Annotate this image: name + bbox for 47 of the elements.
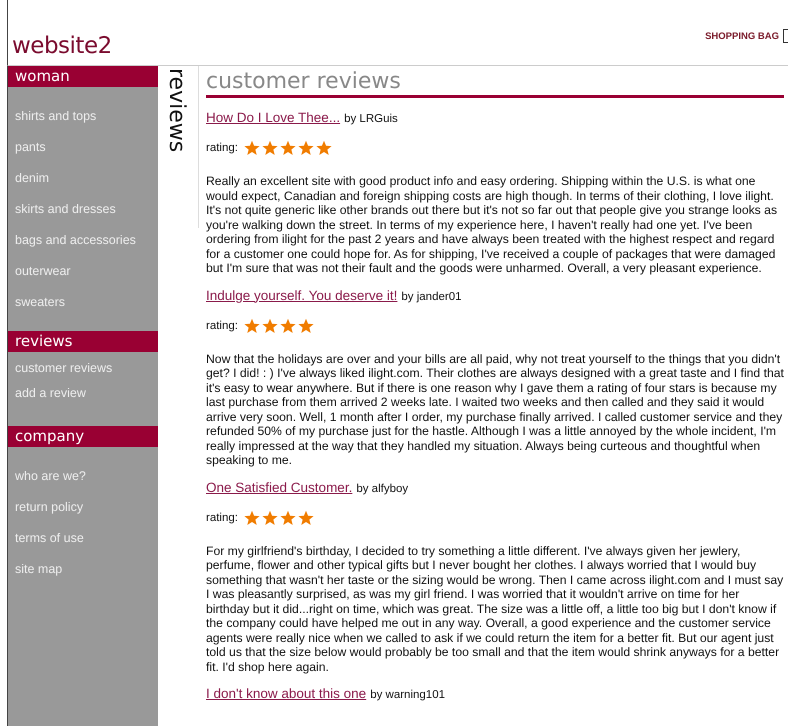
sidebar-heading: woman xyxy=(8,66,158,87)
section-label: reviews xyxy=(164,68,189,152)
sidebar-item[interactable]: pants xyxy=(15,140,151,154)
sidebar-item[interactable]: customer reviews xyxy=(15,361,151,375)
review-text: Now that the holidays are over and your bills are all paid, why not treat yourself to the things that you didn't get? I did! : ) I've always liked ilight.com. Their clothes are always designed with a great taste and I find that it's easy to wear anywhere. But if there is one reason why I gave them a rating of four stars is because my last purchase from them arrived 2 weeks late. I waited two weeks and then called and they said it would arrive very soon. Well, 1 month after I order, my purchase finally arrived. I called customer service and they refunded 50% of my purchase just for the hastle. Although I was a little annoyed by the whole incident, I'm really impressed at the way that they handled my situation. Always being curteous and thoughtful when speaking to me. xyxy=(206,352,784,468)
sidebar-item[interactable]: site map xyxy=(15,562,151,576)
review-author: by jander01 xyxy=(401,290,462,302)
page-title: customer reviews xyxy=(206,70,784,98)
star-icon xyxy=(298,510,314,526)
sidebar-heading: company xyxy=(8,426,158,447)
sidebar-item[interactable]: return policy xyxy=(15,500,151,514)
star-icon xyxy=(316,140,332,156)
sidebar-item[interactable]: skirts and dresses xyxy=(15,202,151,216)
review-title-link[interactable]: How Do I Love Thee... xyxy=(206,110,340,125)
star-icon xyxy=(262,318,278,334)
sidebar-item[interactable]: bags and accessories xyxy=(15,233,151,247)
star-icon xyxy=(262,140,278,156)
star-icon xyxy=(262,510,278,526)
site-logo[interactable]: website2 xyxy=(12,33,112,59)
star-icon xyxy=(298,140,314,156)
star-icon xyxy=(244,318,260,334)
sidebar-item[interactable]: who are we? xyxy=(15,469,151,483)
sidebar-item[interactable]: sweaters xyxy=(15,295,151,309)
review-title-link[interactable]: I don't know about this one xyxy=(206,686,366,701)
star-icon xyxy=(280,318,296,334)
star-icon xyxy=(244,510,260,526)
rating-label: rating: xyxy=(206,142,238,154)
review-author: by alfyboy xyxy=(356,482,408,494)
sidebar-item[interactable]: terms of use xyxy=(15,531,151,545)
star-icon xyxy=(244,140,260,156)
shopping-bag-link[interactable]: SHOPPING BAG xyxy=(705,30,779,42)
sidebar-item[interactable]: shirts and tops xyxy=(15,109,151,123)
sidebar-item[interactable]: add a review xyxy=(15,386,151,400)
star-icon xyxy=(280,140,296,156)
star-icon xyxy=(280,510,296,526)
review-title-link[interactable]: One Satisfied Customer. xyxy=(206,480,352,494)
review-title-link[interactable]: Indulge yourself. You deserve it! xyxy=(206,288,398,302)
rating-label: rating: xyxy=(206,320,238,332)
sidebar-item[interactable]: denim xyxy=(15,171,151,185)
review-author: by LRGuis xyxy=(344,113,398,125)
review-author: by warning101 xyxy=(370,689,445,701)
sidebar-heading: reviews xyxy=(8,331,158,352)
review-text: Really an excellent site with good product info and easy ordering. Shipping within the U.S. is what one would expect, Canadian and foreign shipping costs are high though. In terms of their clothing, I love ilight. It's not quite generic like other brands out there but it's not so far out that people give you strange looks as you're walking down the street. In terms of my experience here, I haven't really had one yet. I've been ordering from ilight for the past 2 years and have always been treated with the highest respect and regard for a customer one could hope for. As for shipping, I've received a couple of packages that were damaged but I'm sure that was not their fault and the goods were unharmed. Overall, a very pleasant experience. xyxy=(206,174,778,276)
star-icon xyxy=(298,318,314,334)
review-text: For my girlfriend's birthday, I decided to try something a little different. I've always given her jewlery, perfume, flower and other typical gifts but I never bought her clothes. I always worried that I would buy something that wasn't her taste or the sizing would be wrong. Then I came across ilight.com and I must say I was pleasantly surprised, as was my girl friend. I was worried that it wouldn't arrive on time for her birthday but it did...right on time, which was great. The size was a little off, a little too big but I don't know if the company could have helped me out in any way. Overall, a good experience and the customer service agents were really nice when we called to ask if we could return the item for a better fit. But our agent just told us that the size below would probably be too small and that the item would shrink anyways for a better fit. I'd shop here again. xyxy=(206,544,784,674)
rating-label: rating: xyxy=(206,512,238,524)
sidebar-item[interactable]: outerwear xyxy=(15,264,151,278)
